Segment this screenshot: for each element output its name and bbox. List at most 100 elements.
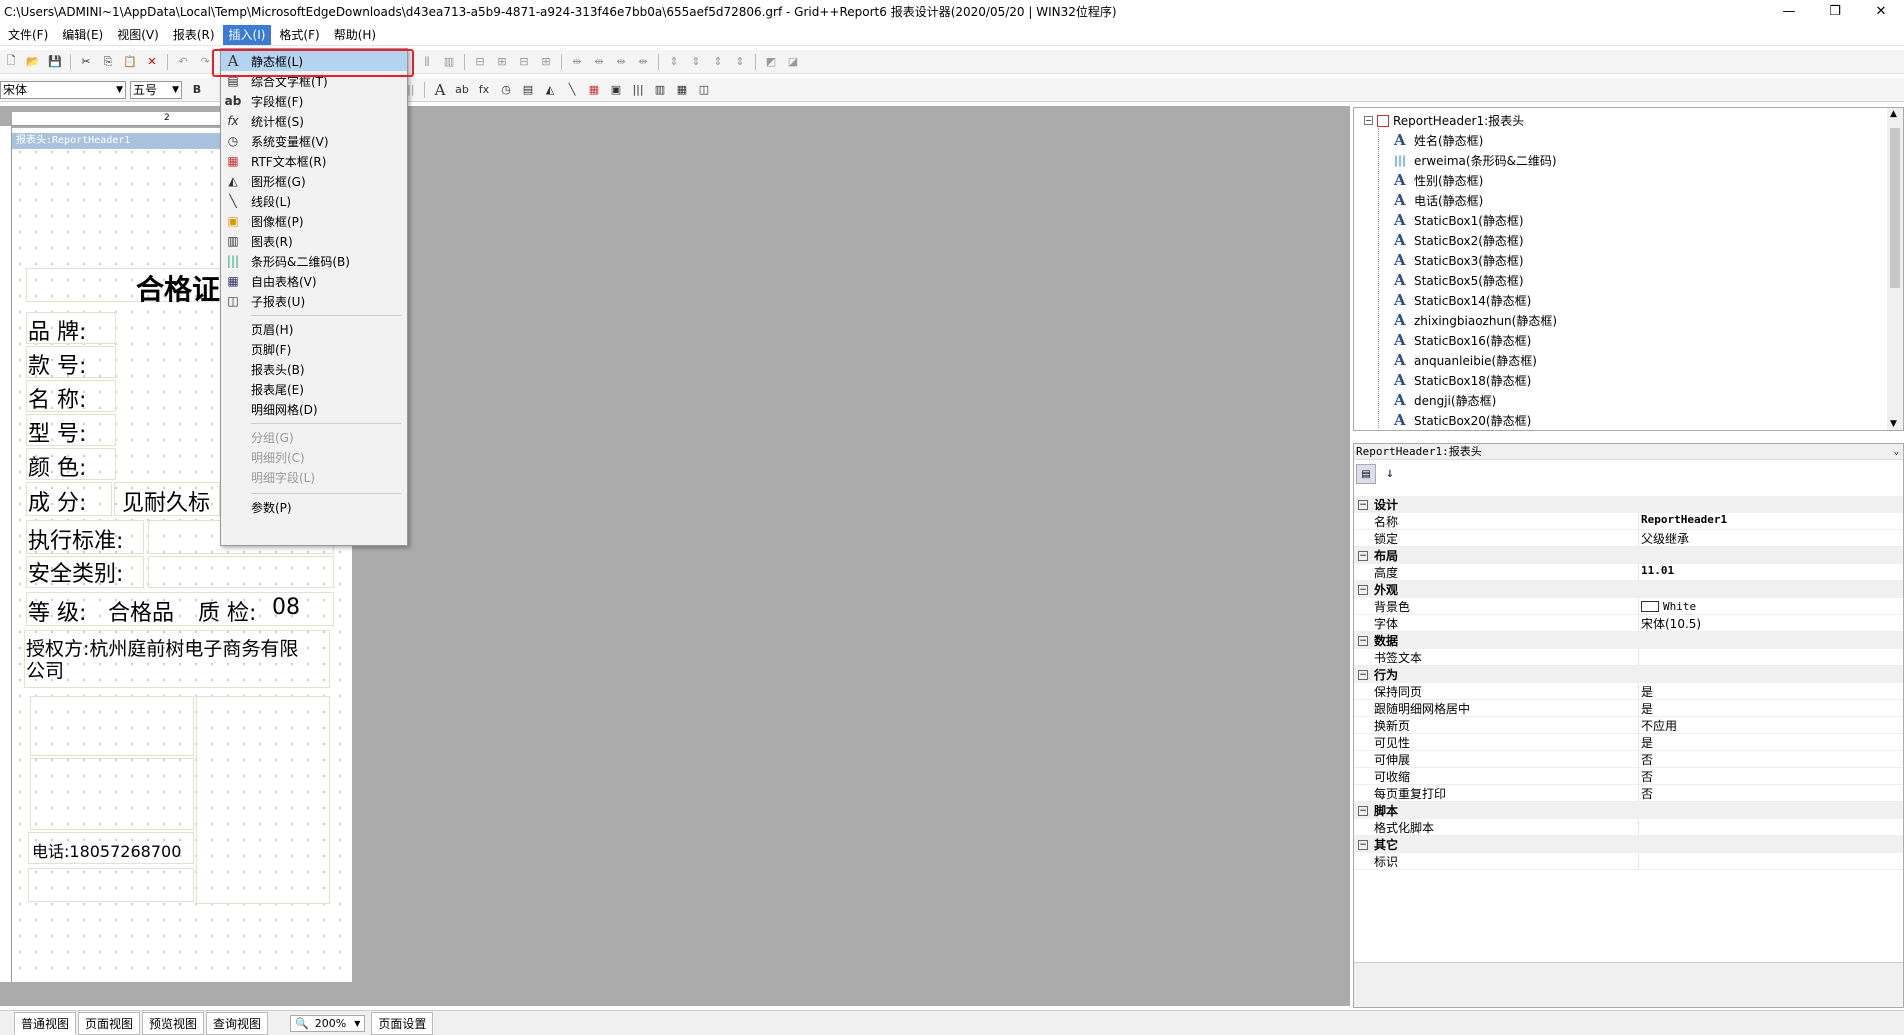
line-icon[interactable]: ╲: [563, 81, 581, 99]
prop-category[interactable]: − 行为: [1354, 666, 1903, 683]
tree-scrollbar[interactable]: ▲ ▼: [1887, 108, 1903, 430]
minimize-button[interactable]: —: [1766, 0, 1812, 22]
prop-row[interactable]: 保持同页 是: [1354, 683, 1903, 700]
qr-code-box[interactable]: [196, 696, 330, 904]
menu-item-summary-box[interactable]: fx 统计框(S): [221, 111, 407, 131]
collapse-icon[interactable]: −: [1358, 635, 1368, 646]
menu-item-chart[interactable]: ▥ 图表(R): [221, 231, 407, 251]
space-h2-icon[interactable]: ⇹: [590, 53, 608, 71]
menu-file[interactable]: 文件(F): [2, 25, 54, 45]
align-icon[interactable]: ⫼: [418, 53, 436, 71]
menu-item-field-box[interactable]: ab 字段框(F): [221, 91, 407, 111]
prop-row[interactable]: 名称 ReportHeader1: [1354, 513, 1903, 530]
menu-item-picture-box[interactable]: ▣ 图像框(P): [221, 211, 407, 231]
tree-item[interactable]: A StaticBox18(静态框): [1394, 370, 1531, 390]
menu-help[interactable]: 帮助(H): [328, 25, 382, 45]
restore-button[interactable]: ❐: [1812, 0, 1858, 22]
prop-row[interactable]: 可见性 是: [1354, 734, 1903, 751]
prop-value[interactable]: 否: [1638, 785, 1903, 801]
prop-row[interactable]: 跟随明细网格居中 是: [1354, 700, 1903, 717]
zoom-select[interactable]: 🔍 200% ▼: [290, 1014, 366, 1032]
collapse-icon[interactable]: −: [1358, 550, 1368, 561]
prop-category[interactable]: − 布局: [1354, 547, 1903, 564]
space-h-icon[interactable]: ⇹: [568, 53, 586, 71]
prop-row[interactable]: 每页重复打印 否: [1354, 785, 1903, 802]
subreport-icon[interactable]: ◫: [695, 81, 713, 99]
prop-value[interactable]: 是: [1638, 683, 1903, 699]
prop-category[interactable]: − 设计: [1354, 496, 1903, 513]
menu-item-barcode[interactable]: ||| 条形码&二维码(B): [221, 251, 407, 271]
tree-item[interactable]: A StaticBox5(静态框): [1394, 270, 1524, 290]
menu-item-detail-field[interactable]: 明细字段(L): [221, 467, 407, 487]
menu-item-page-footer[interactable]: 页脚(F): [221, 339, 407, 359]
prop-value[interactable]: 否: [1638, 768, 1903, 784]
prop-value[interactable]: 是: [1638, 734, 1903, 750]
prop-value[interactable]: [1638, 649, 1903, 665]
collapse-icon[interactable]: −: [1364, 116, 1373, 125]
undo-icon[interactable]: ↶: [174, 53, 192, 71]
tree-item[interactable]: A StaticBox3(静态框): [1394, 250, 1524, 270]
menu-item-detail-column[interactable]: 明细列(C): [221, 447, 407, 467]
collapse-icon[interactable]: −: [1358, 805, 1368, 816]
tree-item[interactable]: Adengji(静态框): [1394, 390, 1496, 410]
align-center-icon[interactable]: ⊞: [493, 53, 511, 71]
sort-alpha-icon[interactable]: ↓: [1380, 464, 1400, 484]
close-button[interactable]: ✕: [1858, 0, 1904, 22]
menu-item-parameter[interactable]: 参数(P): [221, 497, 407, 517]
font-size-select[interactable]: 五号 ▼: [130, 80, 182, 99]
tree-item[interactable]: A StaticBox1(静态框): [1394, 210, 1524, 230]
collapse-icon[interactable]: −: [1358, 584, 1368, 595]
tree-root[interactable]: − ReportHeader1:报表头: [1364, 112, 1524, 129]
tree-item[interactable]: Aanquanleibie(静态框): [1394, 350, 1537, 370]
shape-box-icon[interactable]: ◭: [541, 81, 559, 99]
safety-value-box[interactable]: [148, 556, 334, 588]
bring-front-icon[interactable]: ◩: [762, 53, 780, 71]
prop-value[interactable]: 否: [1638, 751, 1903, 767]
prop-row[interactable]: 锁定 父级继承: [1354, 530, 1903, 547]
menu-item-line[interactable]: ╲ 线段(L): [221, 191, 407, 211]
cut-icon[interactable]: ✂: [77, 53, 95, 71]
summary-box-icon[interactable]: fx: [475, 81, 493, 99]
prop-value[interactable]: 父级继承: [1638, 530, 1903, 546]
paste-icon[interactable]: 📋: [121, 53, 139, 71]
prop-value[interactable]: [1638, 819, 1903, 835]
menu-item-subreport[interactable]: ◫ 子报表(U): [221, 291, 407, 311]
prop-value[interactable]: 是: [1638, 700, 1903, 716]
prop-row[interactable]: 高度 11.01: [1354, 564, 1903, 581]
prop-row[interactable]: 背景色 White: [1354, 598, 1903, 615]
tree-item[interactable]: ||| erweima(条形码&二维码): [1394, 150, 1557, 170]
prop-value[interactable]: 宋体(10.5): [1638, 615, 1903, 631]
save-icon[interactable]: 💾: [46, 53, 64, 71]
space-h3-icon[interactable]: ⇹: [612, 53, 630, 71]
prop-category[interactable]: − 数据: [1354, 632, 1903, 649]
menu-format[interactable]: 格式(F): [273, 25, 325, 45]
copy-icon[interactable]: ⎘: [99, 53, 117, 71]
page-setup-button[interactable]: 页面设置: [371, 1011, 434, 1035]
blank-box-2[interactable]: [30, 758, 194, 830]
prop-value[interactable]: ReportHeader1: [1638, 513, 1903, 529]
prop-row[interactable]: 书签文本: [1354, 649, 1903, 666]
space-v3-icon[interactable]: ⇕: [709, 53, 727, 71]
prop-value[interactable]: White: [1638, 598, 1903, 614]
prop-row[interactable]: 可伸展 否: [1354, 751, 1903, 768]
align-left-icon[interactable]: ⊟: [471, 53, 489, 71]
property-object-select[interactable]: ReportHeader1:报表头 ⌄: [1354, 444, 1903, 460]
tree-item[interactable]: A StaticBox2(静态框): [1394, 230, 1524, 250]
menu-view[interactable]: 视图(V): [111, 25, 165, 45]
tab-page-view[interactable]: 页面视图: [78, 1011, 141, 1035]
tab-query-view[interactable]: 查询视图: [206, 1011, 269, 1035]
system-var-icon[interactable]: ◷: [497, 81, 515, 99]
space-h4-icon[interactable]: ⇹: [634, 53, 652, 71]
menu-item-system-var[interactable]: ◷ 系统变量框(V): [221, 131, 407, 151]
field-box-icon[interactable]: ab: [453, 81, 471, 99]
menu-insert[interactable]: 插入(I): [222, 24, 272, 45]
prop-value[interactable]: [1638, 853, 1903, 869]
free-grid-icon[interactable]: ▦: [673, 81, 691, 99]
prop-value[interactable]: 不应用: [1638, 717, 1903, 733]
prop-row[interactable]: 字体 宋体(10.5): [1354, 615, 1903, 632]
delete-icon[interactable]: ✕: [143, 53, 161, 71]
open-folder-icon[interactable]: 📂: [24, 53, 42, 71]
chart-box-icon[interactable]: ▥: [651, 81, 669, 99]
font-name-select[interactable]: 宋体 ▼: [0, 80, 126, 99]
scroll-down-icon[interactable]: ▼: [1890, 419, 1897, 429]
